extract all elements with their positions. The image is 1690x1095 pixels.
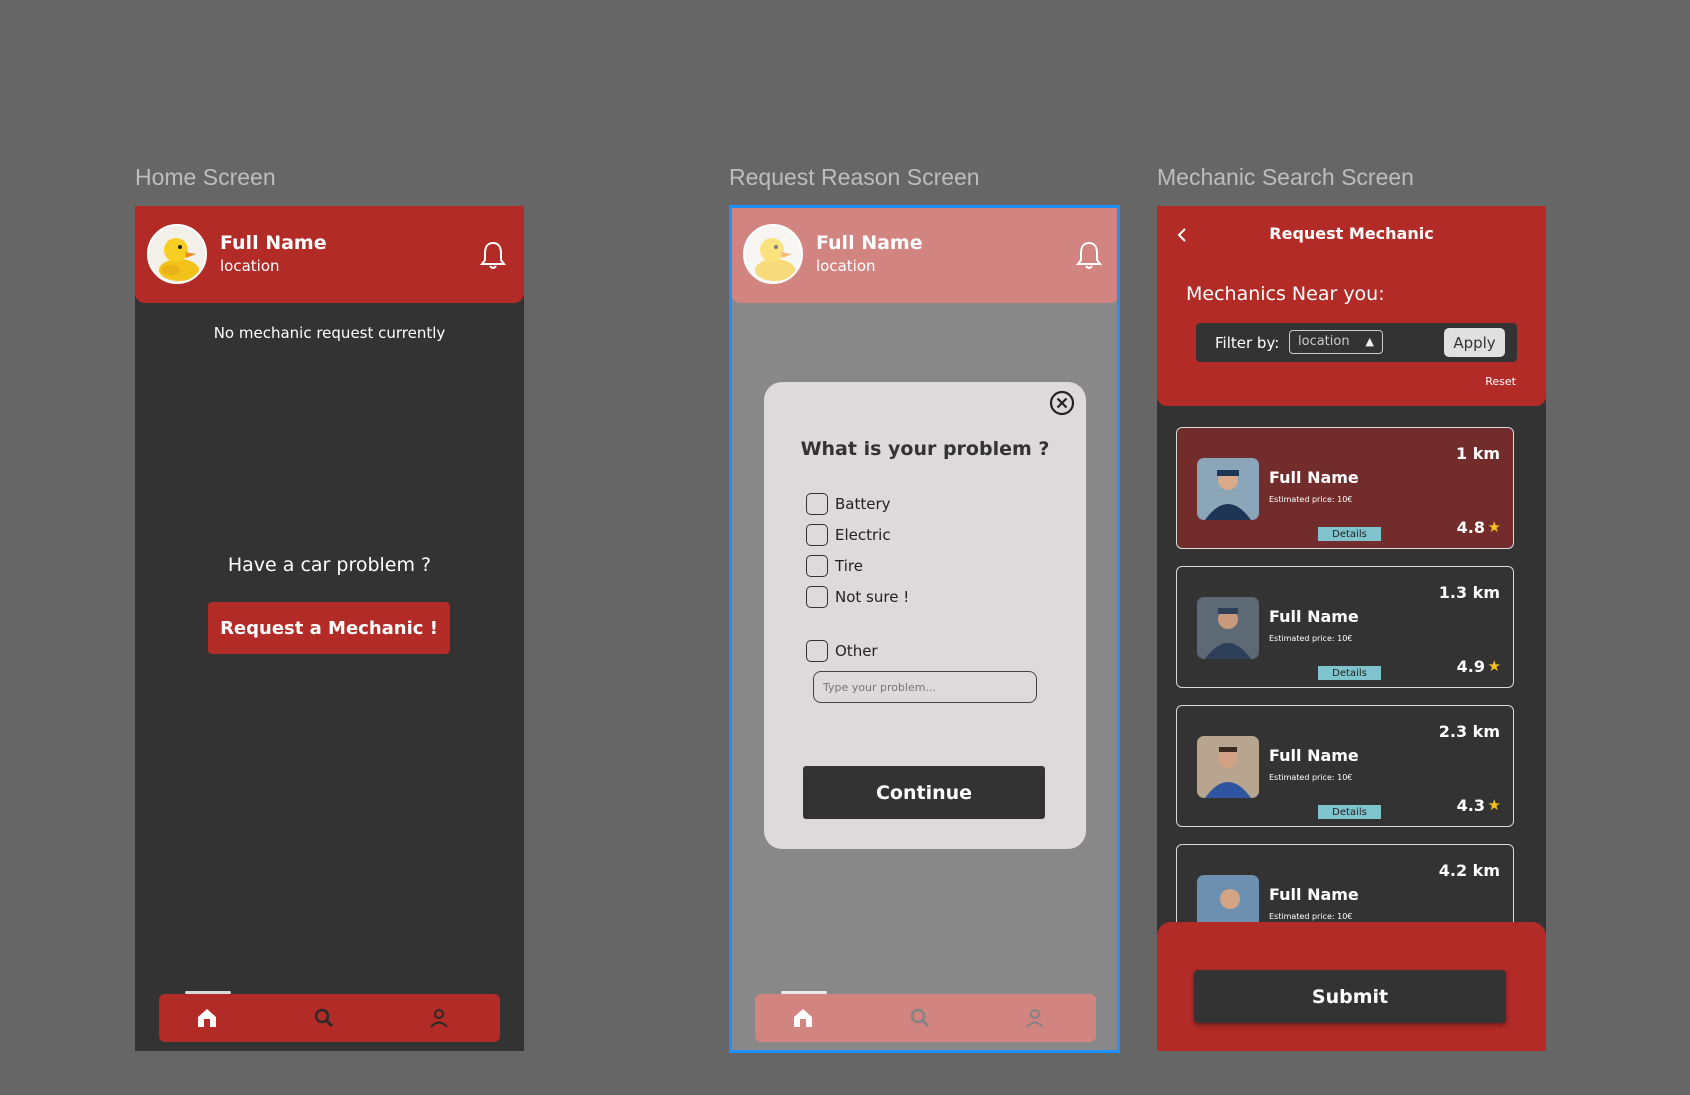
nav-active-indicator: [185, 991, 231, 994]
checkbox[interactable]: [806, 555, 828, 577]
mechanic-card[interactable]: Full Name Estimated price: 10€ 1 km 4.8 …: [1176, 427, 1514, 549]
mechanic-photo: [1197, 736, 1259, 798]
filter-bar: Filter by: location ▲ Apply: [1196, 323, 1517, 362]
star-icon: ★: [1487, 657, 1501, 675]
frame-label-home: Home Screen: [135, 164, 276, 190]
bottom-nav: [159, 991, 500, 1042]
profile-icon[interactable]: [427, 1006, 451, 1030]
submit-button[interactable]: Submit: [1194, 970, 1506, 1023]
option-label: Tire: [835, 557, 863, 575]
mechanic-rating: 4.9: [1456, 657, 1485, 676]
avatar[interactable]: [147, 224, 207, 284]
option-label: Electric: [835, 526, 891, 544]
checkbox[interactable]: [806, 524, 828, 546]
option-label: Not sure !: [835, 588, 910, 606]
submit-panel: Submit: [1157, 922, 1546, 1051]
mechanic-card[interactable]: Full Name Estimated price: 10€ 2.3 km 4.…: [1176, 705, 1514, 827]
option-label: Battery: [835, 495, 891, 513]
frame-label-request-reason: Request Reason Screen: [729, 164, 980, 190]
checkbox[interactable]: [806, 586, 828, 608]
car-problem-prompt: Have a car problem ?: [227, 554, 432, 576]
mechanic-card[interactable]: Full Name Estimated price: 10€ 1.3 km 4.…: [1176, 566, 1514, 688]
mechanic-name: Full Name: [1269, 468, 1359, 487]
filter-label: Filter by:: [1215, 334, 1280, 352]
modal-question: What is your problem ?: [800, 438, 1050, 460]
mechanic-price: Estimated price: 10€: [1269, 495, 1353, 504]
close-circle-icon[interactable]: [1048, 389, 1076, 417]
star-icon: ★: [1487, 518, 1501, 536]
mechanic-search-screen: Request Mechanic Mechanics Near you: Fil…: [1157, 206, 1546, 1051]
mechanic-rating: 4.3: [1456, 796, 1485, 815]
mechanic-price: Estimated price: 10€: [1269, 773, 1353, 782]
details-button[interactable]: Details: [1318, 805, 1381, 819]
search-icon[interactable]: [312, 1006, 336, 1030]
triangle-up-icon: ▲: [1365, 335, 1374, 348]
search-header: Request Mechanic Mechanics Near you: Fil…: [1157, 206, 1546, 406]
user-name: Full Name: [220, 232, 327, 254]
filter-value: location: [1298, 334, 1350, 349]
details-button[interactable]: Details: [1318, 527, 1381, 541]
reset-link[interactable]: Reset: [1485, 375, 1516, 388]
filter-select[interactable]: location ▲: [1289, 330, 1383, 354]
mechanic-photo: [1197, 597, 1259, 659]
mechanic-price: Estimated price: 10€: [1269, 912, 1353, 921]
mechanic-name: Full Name: [1269, 607, 1359, 626]
section-heading: Mechanics Near you:: [1186, 283, 1385, 305]
mechanic-distance: 4.2 km: [1438, 861, 1500, 880]
duck-avatar-icon: [159, 238, 199, 281]
mechanic-name: Full Name: [1269, 746, 1359, 765]
mechanic-name: Full Name: [1269, 885, 1359, 904]
page-title: Request Mechanic: [1269, 224, 1434, 243]
bell-icon[interactable]: [480, 240, 506, 270]
mechanic-photo: [1197, 458, 1259, 520]
mechanic-price: Estimated price: 10€: [1269, 634, 1353, 643]
problem-input[interactable]: [813, 671, 1037, 703]
request-mechanic-button[interactable]: Request a Mechanic !: [208, 602, 450, 654]
checkbox[interactable]: [806, 493, 828, 515]
home-screen: Full Name location No mechanic request c…: [135, 206, 524, 1051]
continue-button[interactable]: Continue: [803, 766, 1045, 819]
mechanic-rating: 4.8: [1456, 518, 1485, 537]
mechanic-distance: 1.3 km: [1438, 583, 1500, 602]
home-icon[interactable]: [195, 1006, 219, 1030]
apply-button[interactable]: Apply: [1444, 328, 1505, 357]
request-status-text: No mechanic request currently: [213, 324, 446, 342]
mechanic-distance: 1 km: [1455, 444, 1500, 463]
user-location: location: [220, 257, 280, 275]
option-label: Other: [835, 642, 878, 660]
checkbox[interactable]: [806, 640, 828, 662]
details-button[interactable]: Details: [1318, 666, 1381, 680]
problem-modal: What is your problem ? Battery Electric …: [764, 382, 1086, 849]
request-reason-screen: Full Name location What is your problem …: [731, 206, 1120, 1051]
mechanic-distance: 2.3 km: [1438, 722, 1500, 741]
frame-label-mechanic-search: Mechanic Search Screen: [1157, 164, 1414, 190]
star-icon: ★: [1487, 796, 1501, 814]
profile-header: Full Name location: [135, 206, 524, 303]
